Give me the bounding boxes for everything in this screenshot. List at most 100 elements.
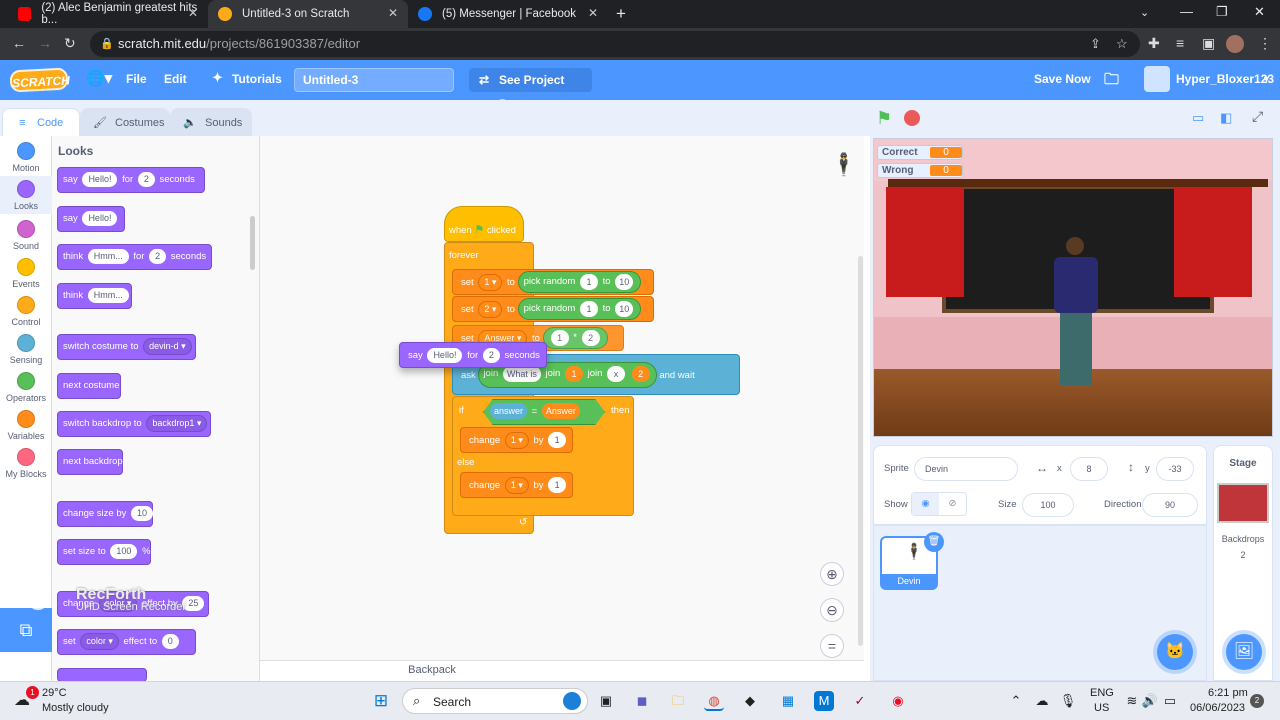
save-now-button[interactable]: Save Now: [1034, 72, 1091, 86]
dragging-say-block[interactable]: say Hello! for 2 seconds: [399, 342, 547, 368]
category-my-blocks[interactable]: My Blocks: [0, 448, 52, 479]
answer-reporter[interactable]: answer: [490, 403, 528, 420]
clock-date[interactable]: 06/06/2023: [1190, 702, 1245, 714]
category-variables[interactable]: Variables: [0, 410, 52, 441]
tab-messenger[interactable]: (5) Messenger | Facebook ✕: [408, 0, 608, 28]
block-input[interactable]: 100: [110, 543, 138, 559]
eye-slash-icon[interactable]: ⊘: [939, 493, 966, 515]
zoom-out-button[interactable]: ⊖: [820, 598, 844, 622]
workspace-vscrollbar[interactable]: [858, 256, 863, 646]
block-input[interactable]: 2: [137, 171, 155, 187]
user-avatar[interactable]: [1144, 66, 1170, 92]
chrome-menu-icon[interactable]: ⋮: [1258, 35, 1272, 52]
choose-backdrop-button[interactable]: 🖼: [1226, 634, 1262, 670]
block-input[interactable]: 1: [548, 477, 567, 494]
mic-icon[interactable]: 🎙: [1058, 691, 1078, 711]
teams-icon[interactable]: ◼: [632, 691, 652, 711]
volume-icon[interactable]: 🔊: [1140, 691, 1160, 711]
choose-sprite-button[interactable]: 🐱: [1157, 634, 1193, 670]
tab-costumes[interactable]: 🖌 Costumes: [80, 108, 170, 136]
block-input[interactable]: 2: [149, 248, 167, 264]
project-title-input[interactable]: Untitled-3: [294, 68, 454, 92]
next-costume-block[interactable]: next costume: [57, 373, 121, 399]
battery-icon[interactable]: ▭: [1160, 691, 1180, 711]
share-icon[interactable]: ⇪: [1090, 31, 1101, 57]
block-input[interactable]: 2: [581, 329, 600, 346]
notification-badge[interactable]: 2: [1250, 694, 1264, 708]
clear-effects-block[interactable]: [57, 668, 147, 681]
category-control[interactable]: Control: [0, 296, 52, 327]
set-effect-block[interactable]: set color ▾ effect to 0: [57, 629, 196, 655]
taskbar-search[interactable]: ⌕ Search: [402, 688, 588, 714]
bookmark-star-icon[interactable]: ☆: [1116, 31, 1128, 57]
extensions-icon[interactable]: ✚: [1148, 35, 1160, 52]
backdrop-dropdown[interactable]: backdrop1 ▾: [146, 414, 208, 432]
video-app-icon[interactable]: ✓: [850, 691, 870, 711]
pick-random-block[interactable]: pick random 1 to 10: [517, 298, 642, 321]
edit-menu[interactable]: Edit: [164, 72, 187, 86]
costume-dropdown[interactable]: devin-d ▾: [143, 337, 192, 355]
math-app-icon[interactable]: M: [814, 691, 834, 711]
eye-icon[interactable]: ◉: [912, 493, 939, 515]
trash-icon[interactable]: 🗑: [924, 532, 944, 552]
username[interactable]: Hyper_Bloxer123: [1176, 72, 1274, 86]
wifi-icon[interactable]: ≋: [1122, 691, 1142, 711]
recorder-icon[interactable]: ◉: [888, 691, 908, 711]
language-1[interactable]: ENG: [1090, 687, 1114, 699]
address-bar[interactable]: 🔒 scratch.mit.edu/projects/861903387/edi…: [90, 31, 1140, 57]
block-input[interactable]: 1: [550, 329, 569, 346]
category-motion[interactable]: Motion: [0, 142, 52, 173]
fullscreen-icon[interactable]: ⤢: [1252, 108, 1263, 125]
window-close-icon[interactable]: ✕: [1254, 4, 1265, 20]
zoom-reset-button[interactable]: =: [820, 634, 844, 658]
set-variable-1-block[interactable]: set 1 ▾ to pick random 1 to 10: [452, 269, 654, 295]
variable-reporter[interactable]: 1: [564, 365, 583, 382]
think-block[interactable]: think Hmm...: [57, 283, 132, 309]
direction-input[interactable]: 90: [1142, 493, 1198, 517]
switch-backdrop-block[interactable]: switch backdrop to backdrop1 ▾: [57, 411, 211, 437]
category-operators[interactable]: Operators: [0, 372, 52, 403]
large-stage-icon[interactable]: ◧: [1220, 110, 1232, 126]
block-input[interactable]: x: [607, 365, 626, 382]
block-input[interactable]: 2: [482, 347, 500, 363]
maximize-icon[interactable]: ❐: [1216, 4, 1228, 20]
zoom-in-button[interactable]: ⊕: [820, 562, 844, 586]
add-extension-button[interactable]: ⧉: [0, 608, 52, 652]
size-input[interactable]: 100: [1022, 493, 1074, 517]
see-project-page-button[interactable]: ⇄ See Project Page: [469, 68, 592, 111]
media-icon[interactable]: ≡: [1176, 35, 1184, 51]
store-icon[interactable]: ▦: [778, 691, 798, 711]
close-icon[interactable]: ✕: [588, 6, 598, 20]
effect-dropdown[interactable]: color ▾: [80, 632, 119, 650]
variable-reporter[interactable]: Answer: [541, 403, 580, 420]
tutorials-menu[interactable]: Tutorials: [232, 72, 282, 86]
variable-dropdown[interactable]: 2 ▾: [478, 300, 503, 318]
backpack[interactable]: Backpack: [260, 660, 864, 681]
block-input[interactable]: 1: [579, 300, 598, 317]
multiply-block[interactable]: 1 * 2: [542, 327, 608, 350]
block-input[interactable]: 10: [131, 505, 154, 521]
wrong-monitor[interactable]: Wrong 0: [877, 163, 963, 178]
language-2[interactable]: US: [1094, 702, 1109, 714]
change-correct-block[interactable]: change 1 ▾ by 1: [460, 427, 573, 453]
app-icon[interactable]: ◆: [740, 691, 760, 711]
block-input[interactable]: 10: [615, 273, 634, 290]
next-backdrop-block[interactable]: next backdrop: [57, 449, 123, 475]
clock-time[interactable]: 6:21 pm: [1208, 687, 1248, 699]
say-for-block[interactable]: say Hello! for 2 seconds: [57, 167, 205, 193]
category-sensing[interactable]: Sensing: [0, 334, 52, 365]
change-wrong-block[interactable]: change 1 ▾ by 1: [460, 472, 573, 498]
tab-scratch[interactable]: Untitled-3 on Scratch ✕: [208, 0, 408, 28]
reload-icon[interactable]: ↻: [64, 35, 76, 52]
block-input[interactable]: 1: [579, 273, 598, 290]
globe-icon[interactable]: 🌐▾: [86, 69, 112, 87]
windows-start-icon[interactable]: ⊞: [371, 691, 391, 711]
scratch-logo[interactable]: SCRATCH: [9, 67, 70, 93]
tab-sounds[interactable]: 🔈 Sounds: [170, 108, 252, 136]
new-tab-icon[interactable]: +: [616, 4, 626, 24]
block-input[interactable]: 10: [615, 300, 634, 317]
block-input[interactable]: Hmm...: [87, 248, 129, 264]
x-input[interactable]: 8: [1070, 457, 1108, 481]
block-input[interactable]: Hello!: [82, 171, 118, 187]
y-input[interactable]: -33: [1156, 457, 1194, 481]
